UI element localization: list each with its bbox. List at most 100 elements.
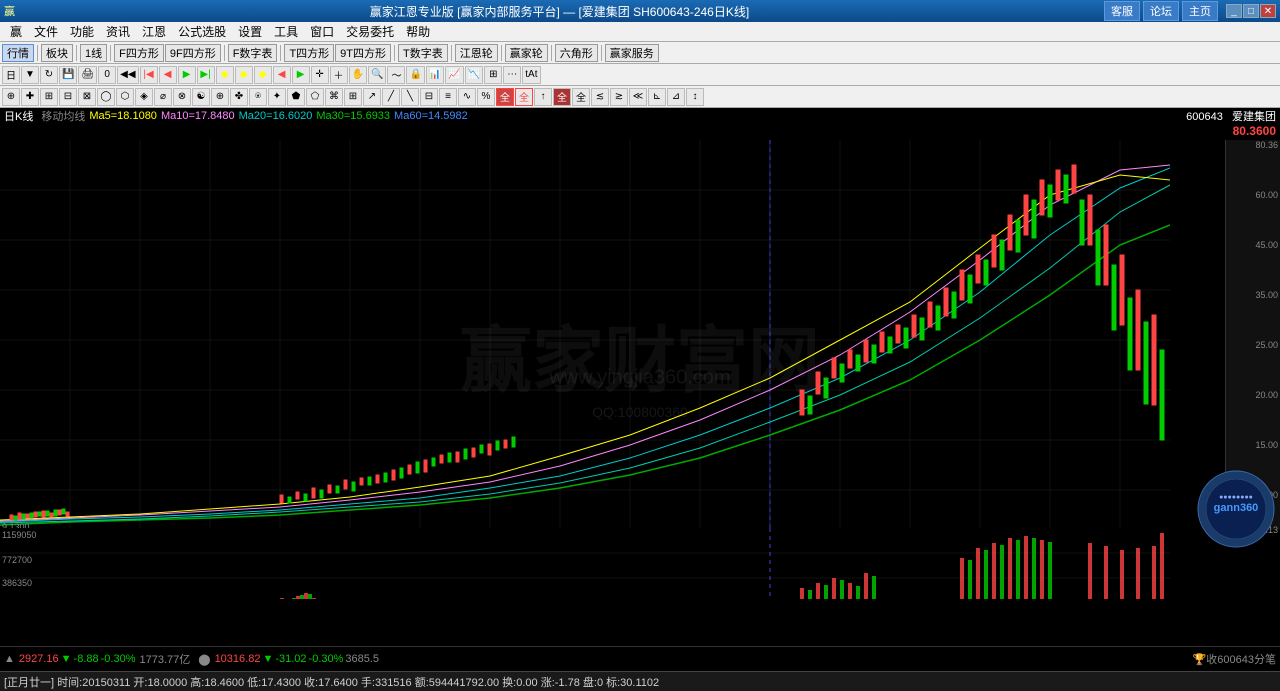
btn-t3-2[interactable]: ✚ [21, 88, 39, 106]
menu-window[interactable]: 窗口 [304, 22, 340, 42]
btn-f4[interactable]: F四方形 [114, 44, 164, 62]
btn-t3-25[interactable]: ∿ [458, 88, 476, 106]
btn-nav8[interactable]: ◀ [273, 66, 291, 84]
btn-t3-9[interactable]: ⌀ [154, 88, 172, 106]
btn-t3-27[interactable]: 全 [515, 88, 533, 106]
btn-yjsvc[interactable]: 赢家服务 [605, 44, 659, 62]
btn-9t4[interactable]: 9T四方形 [335, 44, 391, 62]
btn-t3-21[interactable]: ╱ [382, 88, 400, 106]
btn-dropdown[interactable]: ▼ [21, 66, 39, 84]
ma5-val: Ma5=18.1080 [89, 110, 157, 122]
forum-btn[interactable]: 论坛 [1143, 1, 1179, 21]
service-btn[interactable]: 客服 [1104, 1, 1140, 21]
maximize-btn[interactable]: □ [1243, 4, 1259, 18]
btn-t1[interactable]: tAt [522, 66, 540, 84]
btn-jel[interactable]: 江恩轮 [455, 44, 498, 62]
btn-t3-34[interactable]: ⊾ [648, 88, 666, 106]
btn-t3-10[interactable]: ⊗ [173, 88, 191, 106]
btn-nav7[interactable]: ◆ [254, 66, 272, 84]
btn-print[interactable]: 🖨 [78, 66, 97, 84]
menu-jiangen[interactable]: 江恩 [136, 22, 172, 42]
btn-chart1[interactable]: 📊 [426, 66, 444, 84]
btn-t3-14[interactable]: ⍟ [249, 88, 267, 106]
btn-save[interactable]: 💾 [59, 66, 77, 84]
btn-t3-11[interactable]: ☯ [192, 88, 210, 106]
btn-chart2[interactable]: 📈 [445, 66, 463, 84]
btn-fnum[interactable]: F数字表 [228, 44, 278, 62]
btn-t3-17[interactable]: ⬠ [306, 88, 324, 106]
close-btn[interactable]: ✕ [1260, 4, 1276, 18]
btn-more[interactable]: ⋯ [503, 66, 521, 84]
btn-t3-24[interactable]: ≡ [439, 88, 457, 106]
btn-t3-36[interactable]: ↕ [686, 88, 704, 106]
btn-wave[interactable]: 〜 [387, 66, 405, 84]
btn-zoom[interactable]: 🔍 [368, 66, 386, 84]
home-btn[interactable]: 主页 [1182, 1, 1218, 21]
menu-file[interactable]: 文件 [28, 22, 64, 42]
btn-cross[interactable]: ✛ [311, 66, 329, 84]
menu-help[interactable]: 帮助 [400, 22, 436, 42]
btn-t3-7[interactable]: ⬡ [116, 88, 134, 106]
btn-yjl[interactable]: 赢家轮 [505, 44, 548, 62]
btn-grid[interactable]: ⊞ [484, 66, 502, 84]
btn-9f4[interactable]: 9F四方形 [165, 44, 221, 62]
btn-nav2[interactable]: ◀ [159, 66, 177, 84]
btn-t3-30[interactable]: 全 [572, 88, 590, 106]
btn-t3-20[interactable]: ↗ [363, 88, 381, 106]
btn-t3-18[interactable]: ⌘ [325, 88, 343, 106]
btn-t3-15[interactable]: ✦ [268, 88, 286, 106]
btn-hand[interactable]: ✋ [349, 66, 367, 84]
menu-trade[interactable]: 交易委托 [340, 22, 400, 42]
btn-t4[interactable]: T四方形 [284, 44, 334, 62]
btn-t3-29[interactable]: 全 [553, 88, 571, 106]
btn-t3-5[interactable]: ⊠ [78, 88, 96, 106]
btn-t3-8[interactable]: ◈ [135, 88, 153, 106]
menu-settings[interactable]: 设置 [232, 22, 268, 42]
btn-t3-33[interactable]: ≪ [629, 88, 647, 106]
menu-formula[interactable]: 公式选股 [172, 22, 232, 42]
btn-day[interactable]: 日 [2, 66, 20, 84]
minimize-btn[interactable]: _ [1226, 4, 1242, 18]
btn-t3-23[interactable]: ⊟ [420, 88, 438, 106]
menu-news[interactable]: 资讯 [100, 22, 136, 42]
menu-func[interactable]: 功能 [64, 22, 100, 42]
btn-1x[interactable]: 1线 [80, 44, 107, 62]
btn-nav1[interactable]: |◀ [140, 66, 158, 84]
btn-t3-1[interactable]: ⊕ [2, 88, 20, 106]
btn-fast[interactable]: ◀◀ [117, 66, 138, 84]
btn-nav9[interactable]: ▶ [292, 66, 310, 84]
btn-hq[interactable]: 行情 [2, 44, 34, 62]
btn-hex[interactable]: 六角形 [555, 44, 598, 62]
menu-win[interactable]: 赢 [4, 22, 28, 42]
btn-t3-6[interactable]: ◯ [97, 88, 115, 106]
btn-t3-12[interactable]: ⊕ [211, 88, 229, 106]
btn-t3-26[interactable]: 全 [496, 88, 514, 106]
btn-nav6[interactable]: ◆ [235, 66, 253, 84]
svg-text:●●●●●●●●: ●●●●●●●● [1219, 494, 1253, 501]
btn-t3-35[interactable]: ⊿ [667, 88, 685, 106]
svg-text:772700: 772700 [2, 555, 32, 565]
btn-bk[interactable]: 板块 [41, 44, 73, 62]
btn-t3-pct[interactable]: % [477, 88, 495, 106]
btn-t3-19[interactable]: ⊞ [344, 88, 362, 106]
btn-t3-13[interactable]: ✤ [230, 88, 248, 106]
menu-tools[interactable]: 工具 [268, 22, 304, 42]
index2-val: 10316.82 [215, 653, 261, 665]
sep8 [501, 45, 502, 61]
btn-t3-4[interactable]: ⊟ [59, 88, 77, 106]
btn-plus[interactable]: ＋ [330, 66, 348, 84]
btn-chart3[interactable]: 📉 [465, 66, 483, 84]
btn-nav4[interactable]: ▶| [197, 66, 215, 84]
btn-t3-3[interactable]: ⊞ [40, 88, 58, 106]
btn-lock[interactable]: 🔒 [406, 66, 424, 84]
btn-t3-32[interactable]: ≳ [610, 88, 628, 106]
btn-refresh[interactable]: ↻ [40, 66, 58, 84]
btn-nav3[interactable]: ▶ [178, 66, 196, 84]
btn-t3-22[interactable]: ╲ [401, 88, 419, 106]
btn-t3-16[interactable]: ⬟ [287, 88, 305, 106]
btn-t3-28[interactable]: ↑ [534, 88, 552, 106]
btn-nav5[interactable]: ◆ [216, 66, 234, 84]
btn-t3-31[interactable]: ≲ [591, 88, 609, 106]
btn-num0[interactable]: 0 [98, 66, 116, 84]
btn-tnum[interactable]: T数字表 [398, 44, 448, 62]
